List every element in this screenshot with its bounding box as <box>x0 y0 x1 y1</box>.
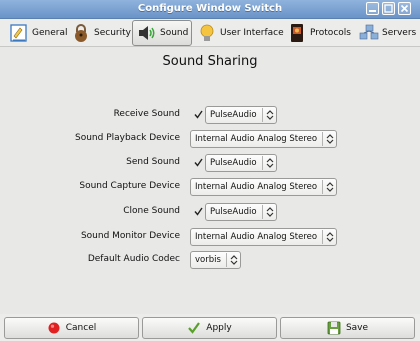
audio-codec-label: Default Audio Codec <box>87 254 180 264</box>
send-sound-label: Send Sound <box>126 157 180 167</box>
tab-user-interface[interactable]: User Interface <box>193 20 287 46</box>
capture-device-label: Sound Capture Device <box>79 181 180 191</box>
audio-codec-row: Default Audio Codec vorbis <box>3 251 417 269</box>
tab-user-interface-label: User Interface <box>220 28 284 38</box>
settings-panel: Sound Sharing Receive Sound PulseAudio S… <box>3 47 417 313</box>
capture-device-row: Sound Capture Device Internal Audio Anal… <box>3 178 417 196</box>
clone-sound-select[interactable]: PulseAudio <box>205 203 277 221</box>
maximize-button[interactable] <box>382 2 395 15</box>
protocols-icon <box>286 22 308 44</box>
tab-toolbar: General Security Sound User Interface Pr… <box>0 19 420 47</box>
close-button[interactable] <box>398 2 411 15</box>
tab-sound[interactable]: Sound <box>132 20 193 46</box>
monitor-device-label: Sound Monitor Device <box>80 231 180 241</box>
cancel-label: Cancel <box>65 323 97 333</box>
clone-sound-row: Clone Sound PulseAudio <box>3 203 417 221</box>
section-title: Sound Sharing <box>162 54 258 69</box>
audio-codec-select[interactable]: vorbis <box>190 251 241 269</box>
send-sound-row: Send Sound PulseAudio <box>3 154 417 172</box>
tab-security-label: Security <box>94 28 131 38</box>
checkmark-icon <box>187 321 201 335</box>
receive-sound-select[interactable]: PulseAudio <box>205 106 277 124</box>
save-button[interactable]: Save <box>280 317 415 339</box>
receive-sound-checkbox[interactable] <box>194 110 203 119</box>
user-interface-icon <box>196 22 218 44</box>
clone-sound-label: Clone Sound <box>123 206 180 216</box>
close-icon <box>400 4 409 13</box>
cancel-button[interactable]: Cancel <box>4 317 139 339</box>
chevron-updown-icon <box>263 204 276 220</box>
button-bar: Cancel Apply Save <box>0 314 420 341</box>
playback-device-select[interactable]: Internal Audio Analog Stereo <box>190 130 337 148</box>
tab-sound-label: Sound <box>160 28 189 38</box>
chevron-updown-icon <box>323 131 336 147</box>
tab-general-label: General <box>32 28 68 38</box>
save-icon <box>327 321 341 335</box>
tab-servers-label: Servers <box>382 28 417 38</box>
cancel-icon <box>47 321 61 335</box>
apply-button[interactable]: Apply <box>142 317 277 339</box>
tab-protocols-label: Protocols <box>310 28 351 38</box>
window-title: Configure Window Switch <box>137 3 283 14</box>
servers-icon <box>358 22 380 44</box>
playback-device-row: Sound Playback Device Internal Audio Ana… <box>3 130 417 148</box>
chevron-updown-icon <box>227 252 240 268</box>
chevron-updown-icon <box>323 179 336 195</box>
capture-device-select[interactable]: Internal Audio Analog Stereo <box>190 178 337 196</box>
tab-protocols[interactable]: Protocols <box>283 20 354 46</box>
clone-sound-checkbox[interactable] <box>194 207 203 216</box>
save-label: Save <box>345 323 369 333</box>
receive-sound-row: Receive Sound PulseAudio <box>3 106 417 124</box>
maximize-icon <box>384 4 393 13</box>
sound-icon <box>136 22 158 44</box>
monitor-device-row: Sound Monitor Device Internal Audio Anal… <box>3 228 417 246</box>
send-sound-select[interactable]: PulseAudio <box>205 154 277 172</box>
send-sound-checkbox[interactable] <box>194 158 203 167</box>
minimize-button[interactable] <box>366 2 379 15</box>
monitor-device-select[interactable]: Internal Audio Analog Stereo <box>190 228 337 246</box>
title-bar: Configure Window Switch <box>0 0 420 19</box>
minimize-icon <box>369 10 376 12</box>
general-icon <box>8 22 30 44</box>
tab-servers[interactable]: Servers <box>355 20 419 46</box>
chevron-updown-icon <box>263 107 276 123</box>
chevron-updown-icon <box>263 155 276 171</box>
playback-device-label: Sound Playback Device <box>75 133 180 143</box>
tab-general[interactable]: General <box>5 20 70 46</box>
tab-security[interactable]: Security <box>67 20 134 46</box>
receive-sound-label: Receive Sound <box>113 109 180 119</box>
chevron-updown-icon <box>323 229 336 245</box>
security-icon <box>70 22 92 44</box>
apply-label: Apply <box>206 323 232 333</box>
